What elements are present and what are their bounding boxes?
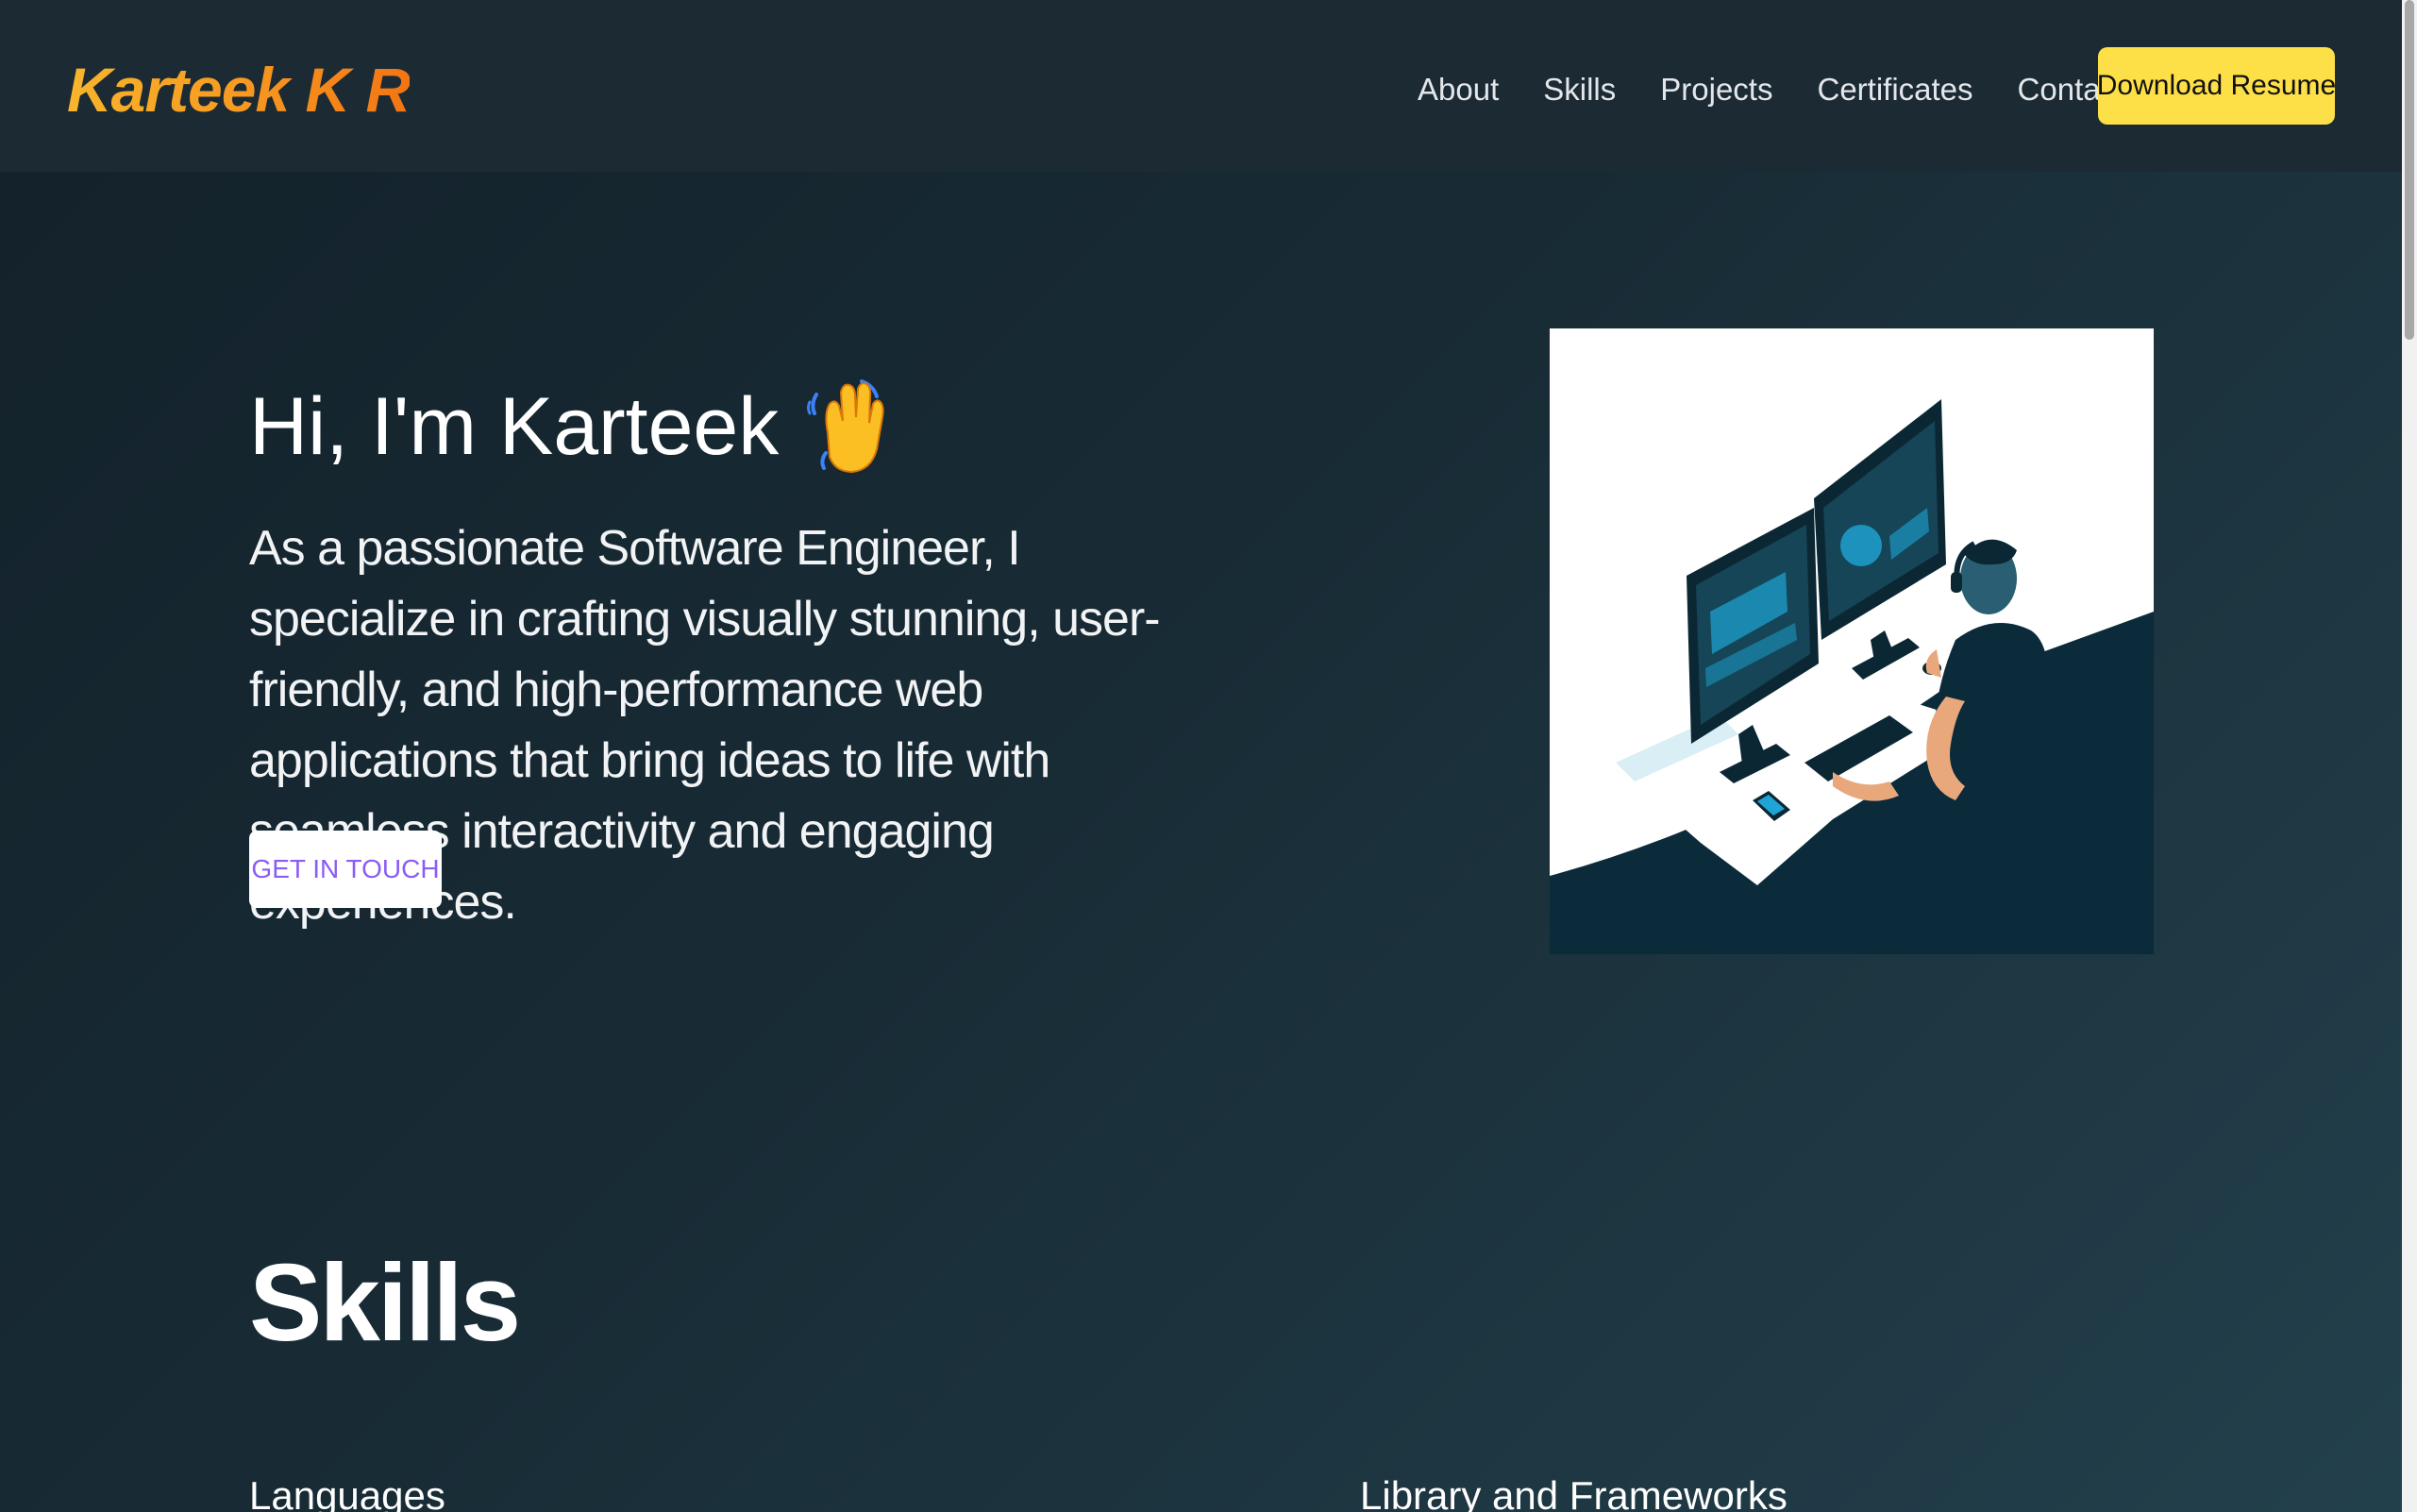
page-scrollbar[interactable]: [2402, 0, 2417, 1512]
hero-title-text: Hi, I'm Karteek: [249, 381, 780, 472]
nav-link-skills[interactable]: Skills: [1543, 72, 1616, 108]
nav-link-certificates[interactable]: Certificates: [1817, 72, 1972, 108]
developer-at-desk-illustration: [1550, 328, 2154, 954]
skills-category-frameworks: Library and Frameworks: [1360, 1473, 1788, 1512]
download-resume-button[interactable]: Download Resume: [2097, 47, 2336, 125]
nav-links: About Skills Projects Certificates Conta…: [1418, 57, 2169, 123]
nav-link-about[interactable]: About: [1418, 72, 1499, 108]
get-in-touch-button[interactable]: GET IN TOUCH: [249, 831, 442, 908]
brand-logo[interactable]: Karteek K R: [67, 47, 411, 132]
scrollbar-thumb[interactable]: [2405, 0, 2414, 340]
hero-title: Hi, I'm Karteek: [249, 370, 890, 483]
navbar: Karteek K R About Skills Projects Certif…: [0, 0, 2402, 172]
skills-category-languages: Languages: [249, 1473, 445, 1512]
portfolio-page: Karteek K R About Skills Projects Certif…: [0, 0, 2402, 1512]
skills-heading: Skills: [249, 1241, 521, 1364]
waving-hand-icon: [807, 376, 890, 478]
nav-link-projects[interactable]: Projects: [1660, 72, 1772, 108]
